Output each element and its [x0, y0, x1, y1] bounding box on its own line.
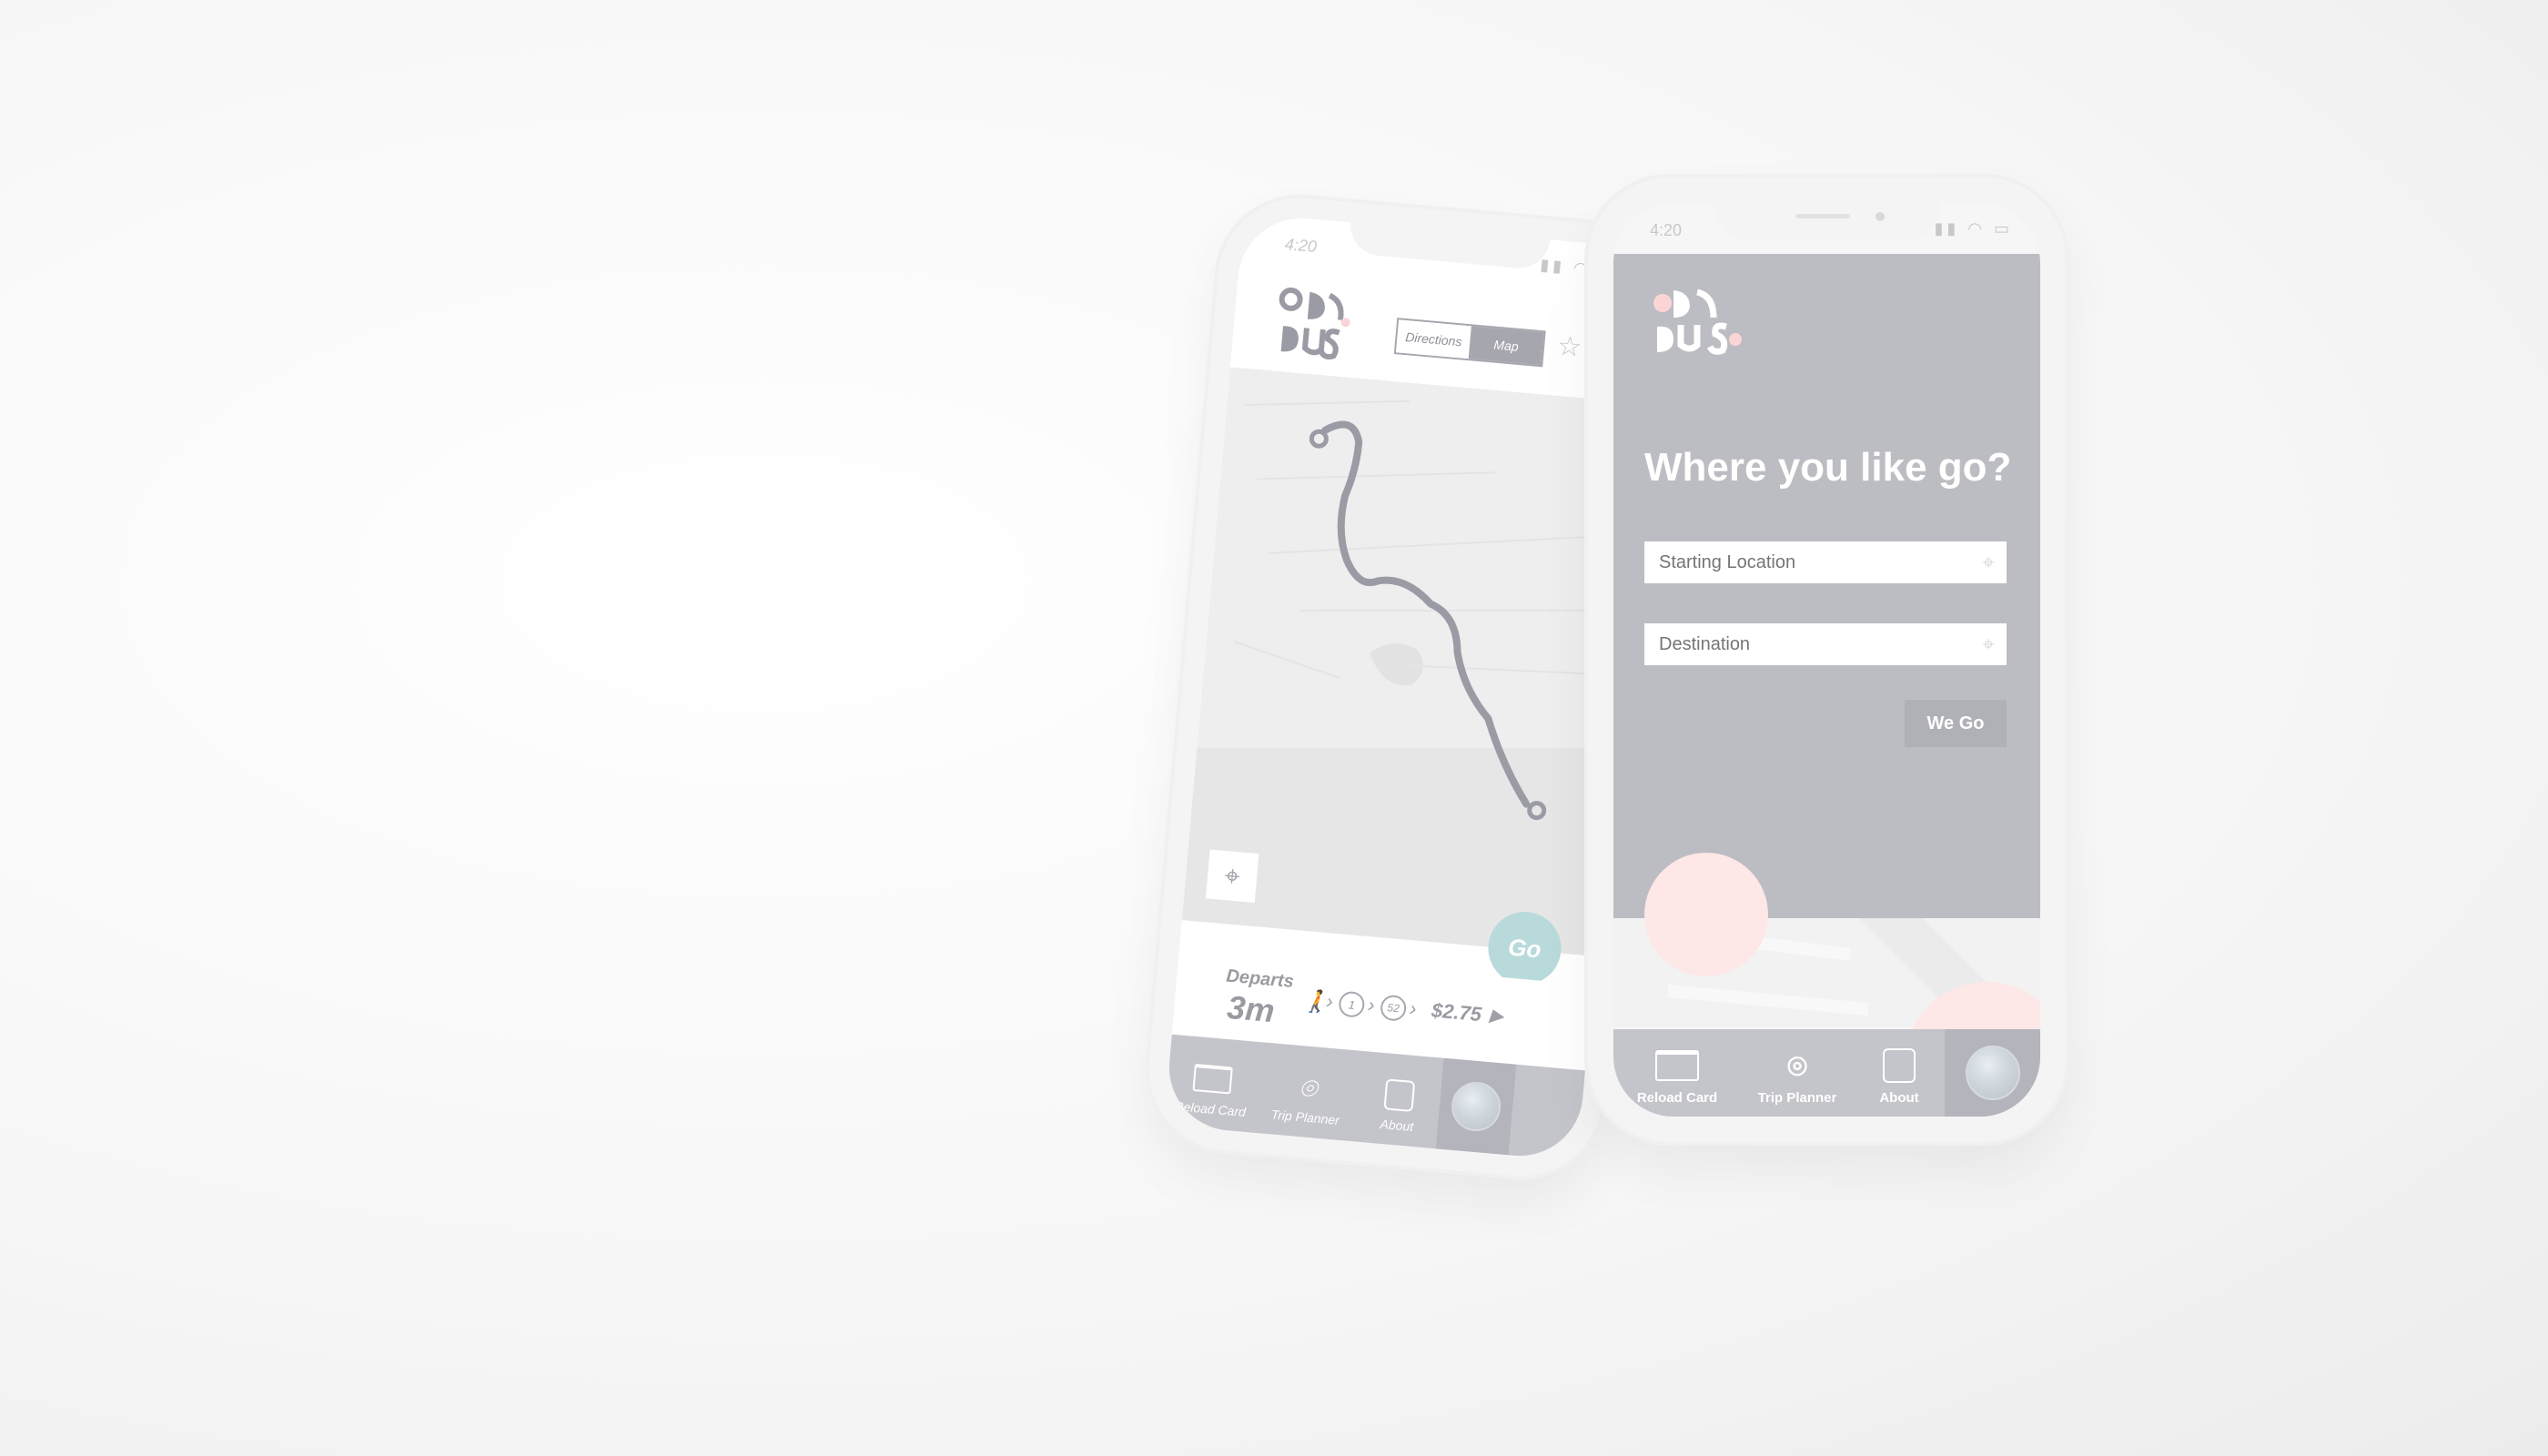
card-icon	[1655, 1050, 1699, 1081]
location-pin-icon: ⌾	[1787, 1047, 1807, 1085]
speaker-grille	[1795, 214, 1850, 218]
phone-notch	[1348, 222, 1551, 271]
destination-field[interactable]: ⌖	[1644, 623, 2007, 665]
tab-directions[interactable]: Directions	[1395, 319, 1471, 359]
tab-label: Reload Card	[1636, 1090, 1718, 1106]
planner-heading: Where you like go?	[1644, 445, 2012, 490]
planner-phone-screen: 4:20 ▮▮ ◠ ▭ Where you like go? Starting …	[1613, 203, 2040, 1117]
tab-about[interactable]: About	[1354, 1077, 1441, 1149]
recenter-location-button[interactable]: ⌖	[1205, 849, 1259, 903]
tab-reload-card[interactable]: Reload Card	[1613, 1050, 1741, 1117]
step-arrow: ›	[1409, 996, 1418, 1020]
profile-tab[interactable]	[1435, 1057, 1517, 1156]
planner-phone-frame: 4:20 ▮▮ ◠ ▭ Where you like go? Starting …	[1588, 177, 2066, 1142]
we-go-button[interactable]: We Go	[1905, 700, 2007, 747]
fare: $2.75	[1431, 998, 1483, 1026]
step-arrow: ›	[1367, 993, 1376, 1016]
tab-trip-planner[interactable]: ⌾ Trip Planner	[1253, 1069, 1360, 1141]
location-pin-icon: ⌾	[1298, 1071, 1319, 1106]
step-arrow: ›	[1325, 989, 1334, 1013]
tab-reload-card[interactable]: Reload Card	[1164, 1061, 1259, 1132]
tab-map[interactable]: Map	[1468, 326, 1544, 366]
camera-icon	[1876, 212, 1885, 221]
bus-icon	[1383, 1078, 1416, 1112]
decorative-pink-circle	[1644, 853, 1768, 976]
expand-play-icon[interactable]: ▶	[1489, 1004, 1505, 1027]
location-target-icon[interactable]: ⌖	[1970, 632, 2007, 657]
destination-input[interactable]	[1644, 632, 1970, 656]
tab-label: Trip Planner	[1270, 1107, 1340, 1127]
planner-panel: Where you like go? ⌖ ⌖ We Go	[1613, 254, 2040, 918]
route-step-2: 52	[1380, 994, 1408, 1022]
location-target-icon[interactable]: ⌖	[1970, 550, 2007, 575]
card-icon	[1192, 1063, 1233, 1095]
dabus-logo	[1648, 281, 1748, 363]
map-phone-screen: 4:20 ▮▮ ◠ ▭ Directions Map ☆ ⌖ Go Depart…	[1164, 213, 1657, 1161]
route-step-1: 1	[1338, 990, 1366, 1018]
status-time: 4:20	[1650, 221, 1683, 239]
departs-time: 3m	[1225, 987, 1277, 1030]
tab-label: Trip Planner	[1757, 1090, 1837, 1106]
tab-label: About	[1380, 1116, 1414, 1135]
bus-icon	[1883, 1048, 1916, 1083]
status-time: 4:20	[1284, 235, 1318, 257]
starting-location-input[interactable]	[1644, 551, 1970, 574]
starting-location-field[interactable]: ⌖	[1644, 541, 2007, 583]
route-line	[1321, 420, 1531, 808]
user-avatar	[1965, 1046, 2020, 1100]
tab-label: Reload Card	[1173, 1098, 1247, 1119]
tab-label: About	[1879, 1090, 1919, 1106]
profile-tab[interactable]	[1945, 1029, 2040, 1117]
tab-trip-planner[interactable]: ⌾ Trip Planner	[1741, 1050, 1854, 1117]
tab-about[interactable]: About	[1854, 1048, 1945, 1117]
tab-bar: Reload Card ⌾ Trip Planner About	[1613, 1029, 2040, 1117]
dabus-logo	[1268, 279, 1357, 369]
status-icons: ▮▮ ◠ ▭	[1934, 219, 2013, 238]
user-avatar	[1449, 1079, 1503, 1134]
phone-notch	[1714, 203, 1941, 241]
view-toggle: Directions Map	[1393, 318, 1546, 368]
favorite-star-icon[interactable]: ☆	[1556, 330, 1583, 364]
